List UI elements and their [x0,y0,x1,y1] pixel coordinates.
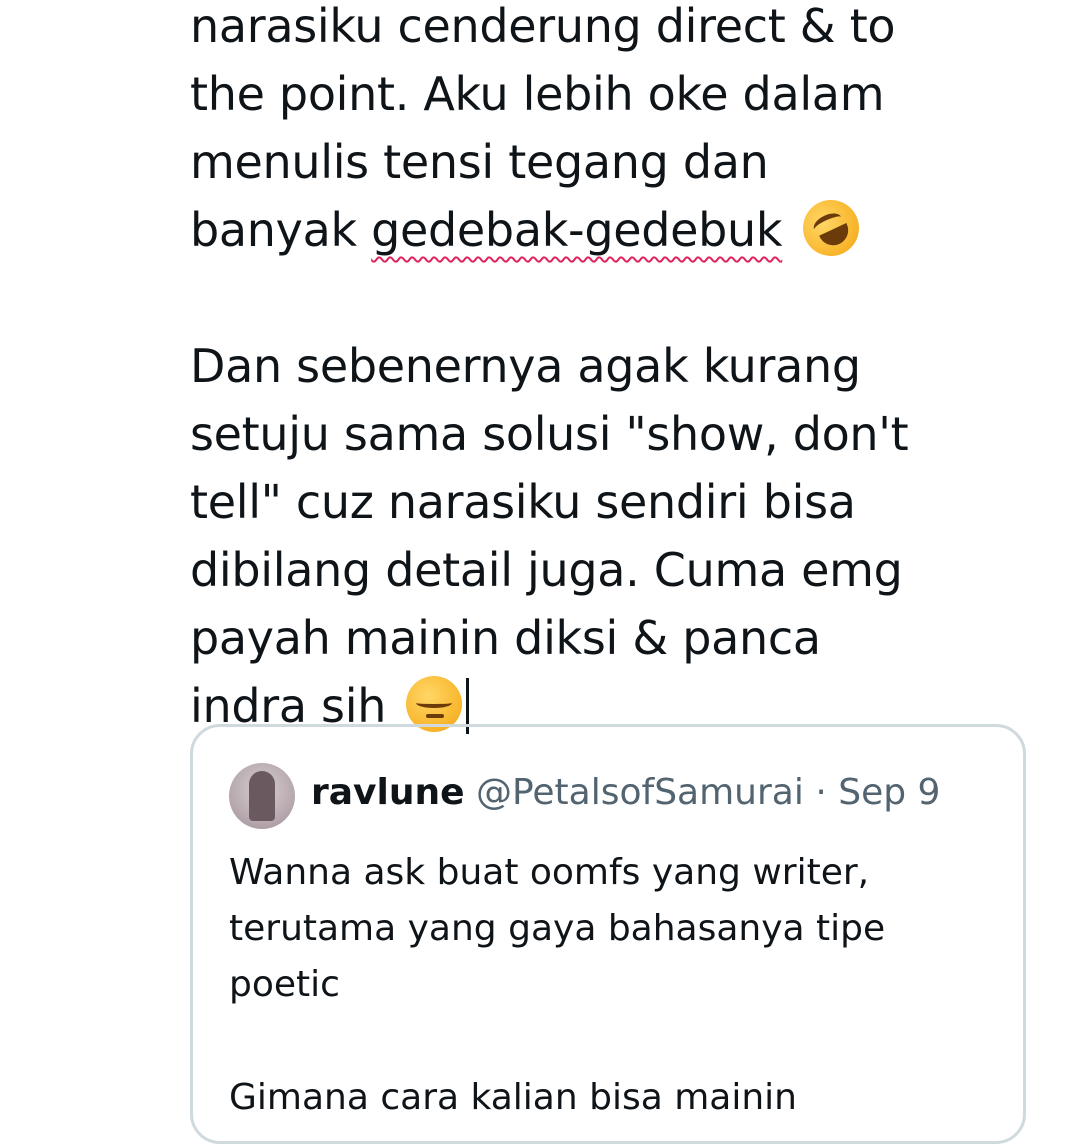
quote-line-2: terutama yang gaya bahasanya tipe [229,908,886,949]
avatar[interactable] [229,763,295,829]
compose-line-9: payah mainin diksi & panca [190,611,821,665]
compose-line-6: setuju sama solusi "show, don't [190,407,909,461]
compose-line-8: dibilang detail juga. Cuma emg [190,543,903,597]
quote-line-3: poetic [229,964,340,1005]
author-handle[interactable]: @PetalsofSamurai [476,772,804,813]
compose-line-1: narasiku cenderung direct & to [190,0,896,53]
compose-line-3: menulis tensi tegang dan [190,135,769,189]
compose-line-4-text: banyak [190,203,372,257]
author-name[interactable]: ravlune [311,772,465,813]
quote-line-1: Wanna ask buat oomfs yang writer, [229,852,870,893]
separator-dot: · [815,772,827,813]
tweet-compose-text[interactable]: narasiku cenderung direct & to the point… [190,0,1050,740]
compose-line-5: Dan sebenernya agak kurang [190,339,861,393]
quoted-tweet-header: ravlune @PetalsofSamurai · Sep 9 [311,771,940,815]
quote-line-partial: Gimana cara kalian bisa mainin [229,1077,797,1118]
tweet-date[interactable]: Sep 9 [838,772,940,813]
quoted-tweet-body: Wanna ask buat oomfs yang writer, teruta… [229,845,1009,1013]
misspelled-word[interactable]: gedebak-gedebuk [371,203,782,257]
compose-line-4: banyak gedebak-gedebuk [190,190,1050,266]
rofl-emoji-icon [793,190,868,266]
compose-line-2: the point. Aku lebih oke dalam [190,67,885,121]
compose-line-7: tell" cuz narasiku sendiri bisa [190,475,856,529]
quoted-tweet-card[interactable]: ravlune @PetalsofSamurai · Sep 9 Wanna a… [190,724,1026,1144]
